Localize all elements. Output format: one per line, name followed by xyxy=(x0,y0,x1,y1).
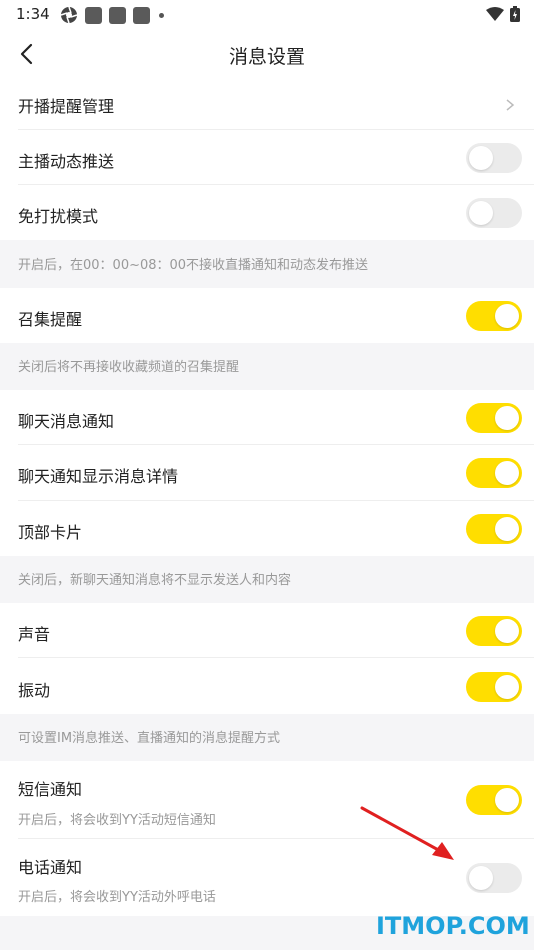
vibrate-toggle[interactable] xyxy=(466,672,522,702)
app-notification-icon xyxy=(109,6,126,24)
gather-label: 召集提醒 xyxy=(18,310,83,329)
toggle-knob xyxy=(495,406,519,430)
gather-toggle[interactable] xyxy=(466,301,522,331)
chat-notify-label: 聊天消息通知 xyxy=(18,412,115,431)
dnd-note: 开启后，在00：00~08：00不接收直播通知和动态发布推送 xyxy=(18,258,369,273)
vibrate-row: 振动 xyxy=(0,658,534,714)
top-card-label: 顶部卡片 xyxy=(18,523,83,542)
live-reminder-label: 开播提醒管理 xyxy=(18,97,115,116)
gather-note: 关闭后将不再接收收藏频道的召集提醒 xyxy=(18,360,240,375)
system-icons xyxy=(486,6,520,22)
top-card-toggle[interactable] xyxy=(466,514,522,544)
chat-detail-row: 聊天通知显示消息详情 xyxy=(0,445,534,501)
toggle-knob xyxy=(495,788,519,812)
wifi-icon xyxy=(486,7,504,21)
status-time: 1:34 xyxy=(16,5,50,23)
chat-notify-row: 聊天消息通知 xyxy=(0,390,534,445)
chat-detail-label: 聊天通知显示消息详情 xyxy=(18,467,179,486)
chat-note: 关闭后，新聊天通知消息将不显示发送人和内容 xyxy=(18,573,292,588)
gather-row: 召集提醒 xyxy=(0,288,534,343)
toggle-knob xyxy=(495,517,519,541)
dnd-toggle[interactable] xyxy=(466,198,522,228)
phone-toggle[interactable] xyxy=(466,863,522,893)
toggle-knob xyxy=(469,201,493,225)
sound-label: 声音 xyxy=(18,625,51,644)
sms-toggle[interactable] xyxy=(466,785,522,815)
app-notification-icon xyxy=(133,6,150,24)
vibrate-label: 振动 xyxy=(18,681,51,700)
chat-detail-toggle[interactable] xyxy=(466,458,522,488)
app-notification-icon xyxy=(85,6,102,24)
sms-label: 短信通知 xyxy=(18,780,83,799)
anchor-push-label: 主播动态推送 xyxy=(18,152,115,171)
toggle-knob xyxy=(495,619,519,643)
sound-row: 声音 xyxy=(0,603,534,658)
toggle-knob xyxy=(495,461,519,485)
notification-icons xyxy=(60,6,164,24)
live-reminder-management-item[interactable]: 开播提醒管理 xyxy=(0,80,534,130)
toggle-knob xyxy=(495,304,519,328)
toggle-knob xyxy=(495,675,519,699)
sound-note: 可设置IM消息推送、直播通知的消息提醒方式 xyxy=(18,731,281,746)
top-card-row: 顶部卡片 xyxy=(0,501,534,556)
dnd-label: 免打扰模式 xyxy=(18,207,99,226)
phone-label: 电话通知 xyxy=(18,858,83,877)
red-annotation-arrow-icon xyxy=(360,806,454,860)
sms-sub: 开启后，将会收到YY活动短信通知 xyxy=(18,813,216,828)
sound-toggle[interactable] xyxy=(466,616,522,646)
chevron-right-icon xyxy=(506,99,515,111)
chat-notify-toggle[interactable] xyxy=(466,403,522,433)
site-watermark: ITMOP.COM xyxy=(376,912,530,940)
toggle-knob xyxy=(469,866,493,890)
page-title: 消息设置 xyxy=(228,46,305,68)
anchor-push-toggle[interactable] xyxy=(466,143,522,173)
aperture-icon xyxy=(60,6,78,24)
dnd-row: 免打扰模式 xyxy=(0,185,534,240)
top-app-bar: 消息设置 xyxy=(0,28,534,80)
more-notifications-dot-icon xyxy=(159,12,164,18)
toggle-knob xyxy=(469,146,493,170)
anchor-push-row: 主播动态推送 xyxy=(0,130,534,185)
phone-sub: 开启后，将会收到YY活动外呼电话 xyxy=(18,890,216,905)
battery-charging-icon xyxy=(510,6,520,22)
status-bar: 1:34 xyxy=(0,0,534,28)
